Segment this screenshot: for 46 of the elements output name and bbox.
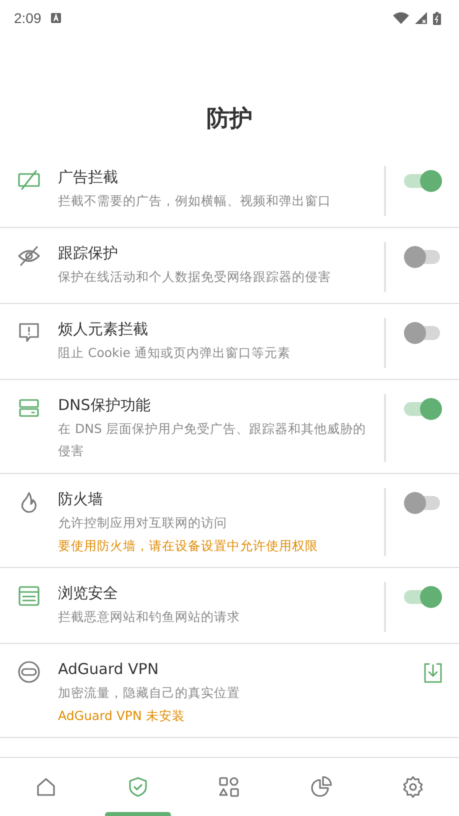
row-title: 浏览安全: [58, 583, 119, 604]
shapes-icon: [217, 775, 242, 799]
server-icon: [17, 396, 41, 420]
row-title: 广告拦截: [58, 167, 119, 188]
protection-row[interactable]: 烦人元素拦截 阻止 Cookie 通知或页内弹出窗口等元素: [0, 304, 459, 380]
crossed-eye-icon: [17, 244, 41, 268]
row-description: 阻止 Cookie 通知或页内弹出窗口等元素: [58, 344, 292, 362]
pie-chart-icon: [309, 775, 334, 799]
toggle-switch[interactable]: [404, 586, 442, 608]
toggle-switch[interactable]: [404, 492, 442, 514]
status-time: 2:09: [14, 10, 42, 26]
row-description: 在 DNS 层面保护用户免受广告、跟踪器和其他威胁的侵害: [58, 420, 367, 460]
alert-bubble-icon: [17, 320, 41, 344]
warning-text: 要使用防火墙，请在设备设置中允许使用权限: [58, 537, 319, 555]
protection-row[interactable]: 浏览安全 拦截恶意网站和钓鱼网站的请求: [0, 568, 459, 644]
active-indicator: [104, 812, 171, 816]
settings-icon: [401, 775, 426, 799]
warning-text: AdGuard VPN 未安装: [58, 707, 186, 725]
protection-row[interactable]: 跟踪保护 保护在线活动和个人数据免受网络跟踪器的侵害: [0, 228, 459, 304]
mask-icon: [17, 660, 41, 684]
protection-row[interactable]: AdGuard VPN 加密流量，隐藏自己的真实位置 AdGuard VPN 未安装: [0, 644, 459, 738]
signal-icon: [415, 12, 427, 24]
row-title: DNS保护功能: [58, 395, 152, 416]
toggle-switch[interactable]: [404, 322, 442, 344]
battery-icon: [433, 12, 441, 24]
toggle-switch[interactable]: [404, 246, 442, 268]
row-description: 保护在线活动和个人数据免受网络跟踪器的侵害: [58, 268, 332, 286]
row-title: 防火墙: [58, 489, 104, 510]
wifi-icon: [393, 12, 409, 24]
row-description: 拦截恶意网站和钓鱼网站的请求: [58, 608, 241, 626]
notification-icon: [51, 13, 62, 23]
toggle-switch[interactable]: [404, 398, 442, 420]
browser-window-icon: [17, 584, 41, 608]
row-description: 拦截不需要的广告，例如横幅、视频和弹出窗口: [58, 192, 332, 210]
row-description: 允许控制应用对互联网的访问: [58, 514, 228, 532]
protection-row[interactable]: 防火墙 允许控制应用对互联网的访问 要使用防火墙，请在设备设置中允许使用权限: [0, 474, 459, 568]
protection-row[interactable]: 广告拦截 拦截不需要的广告，例如横幅、视频和弹出窗口: [0, 152, 459, 228]
row-title: 烦人元素拦截: [58, 319, 149, 340]
download-icon[interactable]: [422, 662, 442, 684]
row-title: AdGuard VPN: [58, 659, 160, 680]
protection-row[interactable]: DNS保护功能 在 DNS 层面保护用户免受广告、跟踪器和其他威胁的侵害: [0, 380, 459, 474]
row-title: 跟踪保护: [58, 243, 119, 264]
row-description: 加密流量，隐藏自己的真实位置: [58, 684, 241, 702]
toggle-switch[interactable]: [404, 170, 442, 192]
page-title: 防护: [206, 105, 252, 134]
ad-block-icon: [17, 168, 41, 192]
